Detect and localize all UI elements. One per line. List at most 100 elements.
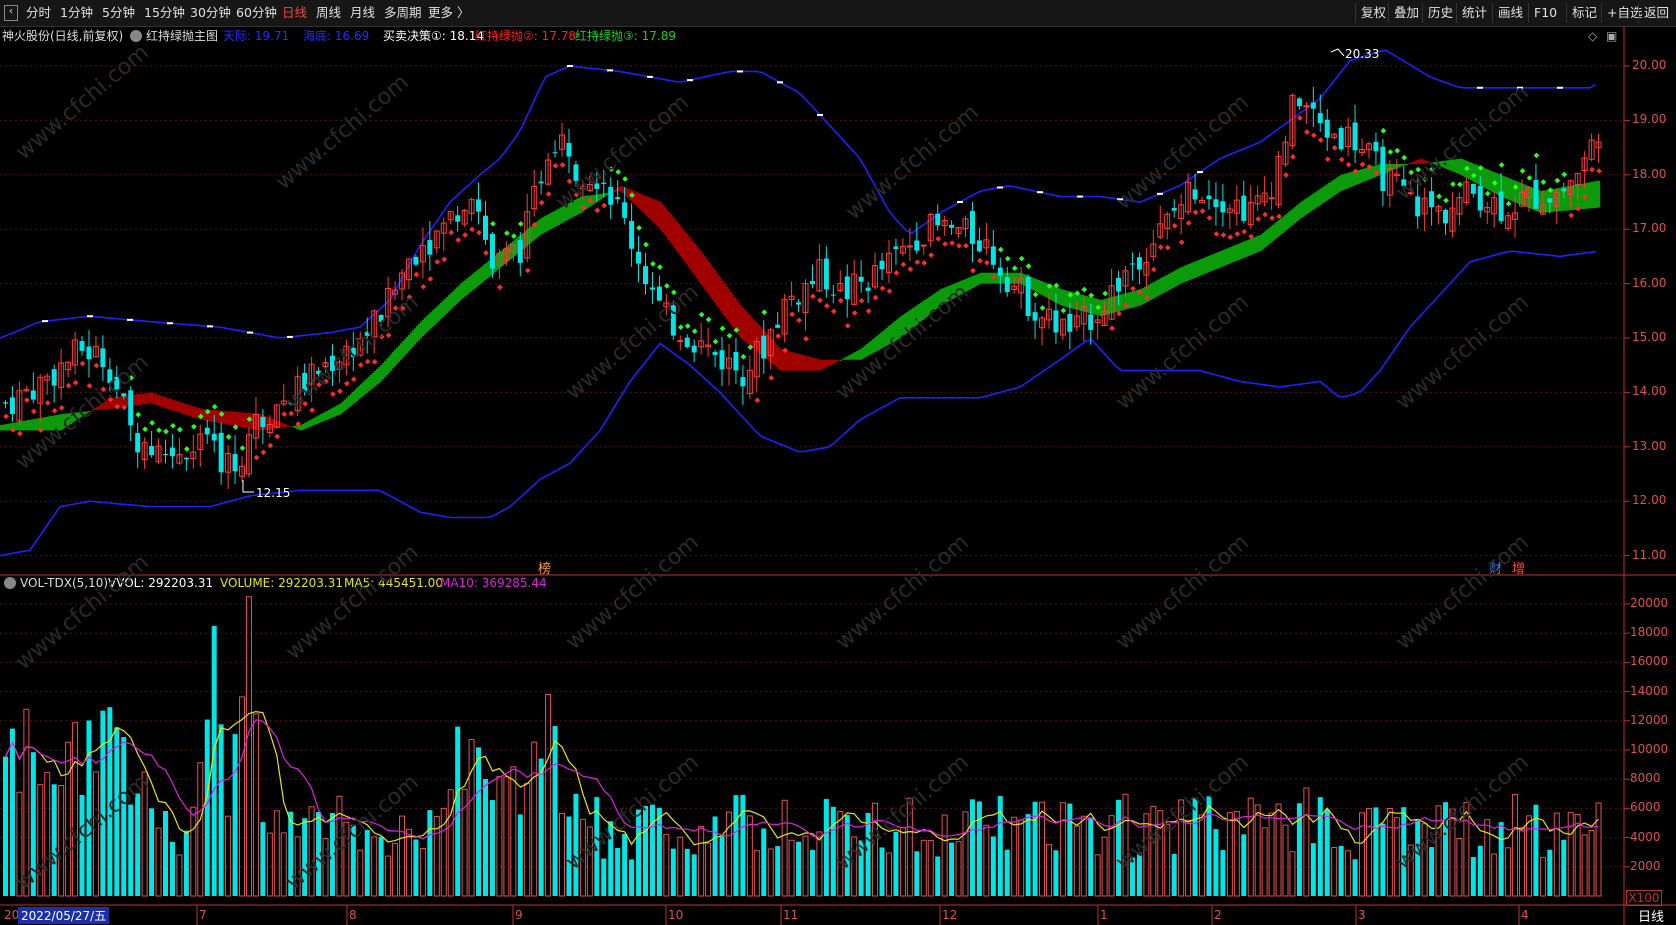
period-tab[interactable]: 5分钟 xyxy=(102,4,135,22)
band-segment xyxy=(374,370,377,387)
band-segment xyxy=(1042,281,1045,296)
decision-dot xyxy=(740,353,747,360)
band-segment xyxy=(396,347,399,365)
volume-bar xyxy=(1553,812,1560,897)
band-segment xyxy=(934,293,937,311)
band-segment xyxy=(856,351,859,360)
band-segment xyxy=(1512,179,1515,202)
band-segment xyxy=(1292,208,1295,225)
band-segment xyxy=(1318,189,1321,207)
decision-dot xyxy=(789,311,795,318)
period-tab[interactable]: 1分钟 xyxy=(60,4,93,22)
decision-dot xyxy=(1331,144,1338,151)
band-segment xyxy=(916,305,919,325)
band-segment xyxy=(600,193,603,200)
decision-dot xyxy=(260,449,267,456)
period-tab[interactable]: 15分钟 xyxy=(144,4,185,22)
band-segment xyxy=(750,316,753,347)
volume-bar xyxy=(1067,803,1073,896)
month-label: 11 xyxy=(783,908,799,922)
collapse-icon[interactable] xyxy=(4,577,16,589)
period-tab[interactable]: 60分钟 xyxy=(236,4,277,22)
volume-bar xyxy=(872,802,879,897)
band-segment xyxy=(1092,297,1095,315)
toolbar-button[interactable]: 统计 xyxy=(1456,3,1492,23)
band-segment xyxy=(342,401,345,413)
period-tab[interactable]: 多周期 xyxy=(384,4,422,22)
collapse-icon[interactable] xyxy=(130,30,142,42)
band-segment xyxy=(704,256,707,290)
band-segment xyxy=(730,291,733,325)
period-tab[interactable]: 月线 xyxy=(350,4,375,22)
volume-bar xyxy=(733,795,739,896)
period-tab[interactable]: 日线 xyxy=(282,4,307,22)
band-segment xyxy=(1458,158,1461,174)
volume-bar xyxy=(1073,825,1080,897)
status-period[interactable]: 日线 xyxy=(1638,906,1664,925)
volume-bar xyxy=(830,806,836,896)
volume-bar xyxy=(316,811,322,896)
decision-dot xyxy=(1380,127,1387,134)
band-segment xyxy=(1078,293,1081,311)
band-segment xyxy=(290,426,293,428)
kline-chart[interactable] xyxy=(0,26,1676,925)
diamond-icon[interactable]: ◇ xyxy=(1588,28,1597,44)
band-segment xyxy=(1350,172,1353,188)
window-icon[interactable]: ▣ xyxy=(1606,28,1617,44)
band-segment xyxy=(746,311,749,343)
candle-body xyxy=(1429,191,1435,208)
decision-dot xyxy=(636,224,642,231)
volume-bar xyxy=(538,758,544,896)
band-segment xyxy=(1358,169,1361,184)
toolbar-button[interactable]: 叠加 xyxy=(1388,3,1424,23)
volume-indicator-name[interactable]: VOL-TDX(5,10) xyxy=(20,575,108,591)
band-segment xyxy=(66,413,69,427)
indicator-name[interactable]: 红持绿抛主图 xyxy=(146,28,218,44)
band-segment xyxy=(1266,229,1269,247)
period-tab[interactable]: 周线 xyxy=(316,4,341,22)
legend-item: MA5: 445451.00 xyxy=(344,576,443,590)
volume-bar xyxy=(1192,797,1198,896)
band-segment xyxy=(1276,221,1279,238)
candle-body xyxy=(949,224,955,228)
toolbar-button[interactable]: F10 xyxy=(1528,3,1562,23)
band-segment xyxy=(160,395,163,407)
band-segment xyxy=(874,337,877,353)
toolbar-button[interactable]: 画线 xyxy=(1492,3,1528,23)
band-segment xyxy=(1062,289,1065,306)
toolbar-button[interactable]: 返回 xyxy=(1638,3,1674,23)
back-icon[interactable]: ‹ xyxy=(4,5,18,21)
band-marker xyxy=(127,318,133,321)
volume-bar xyxy=(288,811,294,896)
month-label: 4 xyxy=(1521,908,1529,922)
band-marker xyxy=(567,65,573,67)
period-tab[interactable]: 30分钟 xyxy=(190,4,231,22)
volume-bar xyxy=(1365,808,1372,897)
decision-dot xyxy=(893,270,900,276)
zeng-marker[interactable]: 增 xyxy=(1512,558,1525,577)
volume-bar xyxy=(524,783,531,897)
period-tab[interactable]: 分时 xyxy=(26,4,51,22)
toolbar-button[interactable]: 复权 xyxy=(1355,3,1391,23)
volume-bar xyxy=(16,791,23,897)
candle-body xyxy=(169,447,175,457)
band-segment xyxy=(1442,160,1445,168)
band-segment xyxy=(1142,287,1145,305)
band-segment xyxy=(36,418,39,431)
bang-marker[interactable]: 榜 xyxy=(538,558,551,577)
candle-body xyxy=(636,251,642,264)
cai-marker[interactable]: 财 xyxy=(1489,558,1502,577)
volume-tick: 10000 xyxy=(1630,742,1669,756)
band-segment xyxy=(1348,172,1351,188)
month-label: 1 xyxy=(1100,908,1108,922)
period-tab[interactable]: 更多 〉 xyxy=(428,4,469,22)
toolbar-button[interactable]: 历史 xyxy=(1422,3,1458,23)
candle-body xyxy=(719,350,725,370)
toolbar-button[interactable]: 标记 xyxy=(1566,3,1602,23)
band-segment xyxy=(1420,158,1423,164)
candle-body xyxy=(1401,179,1407,187)
candle-body xyxy=(517,240,523,263)
band-segment xyxy=(1254,237,1257,254)
band-segment xyxy=(940,289,943,306)
decision-dot xyxy=(1429,166,1435,172)
